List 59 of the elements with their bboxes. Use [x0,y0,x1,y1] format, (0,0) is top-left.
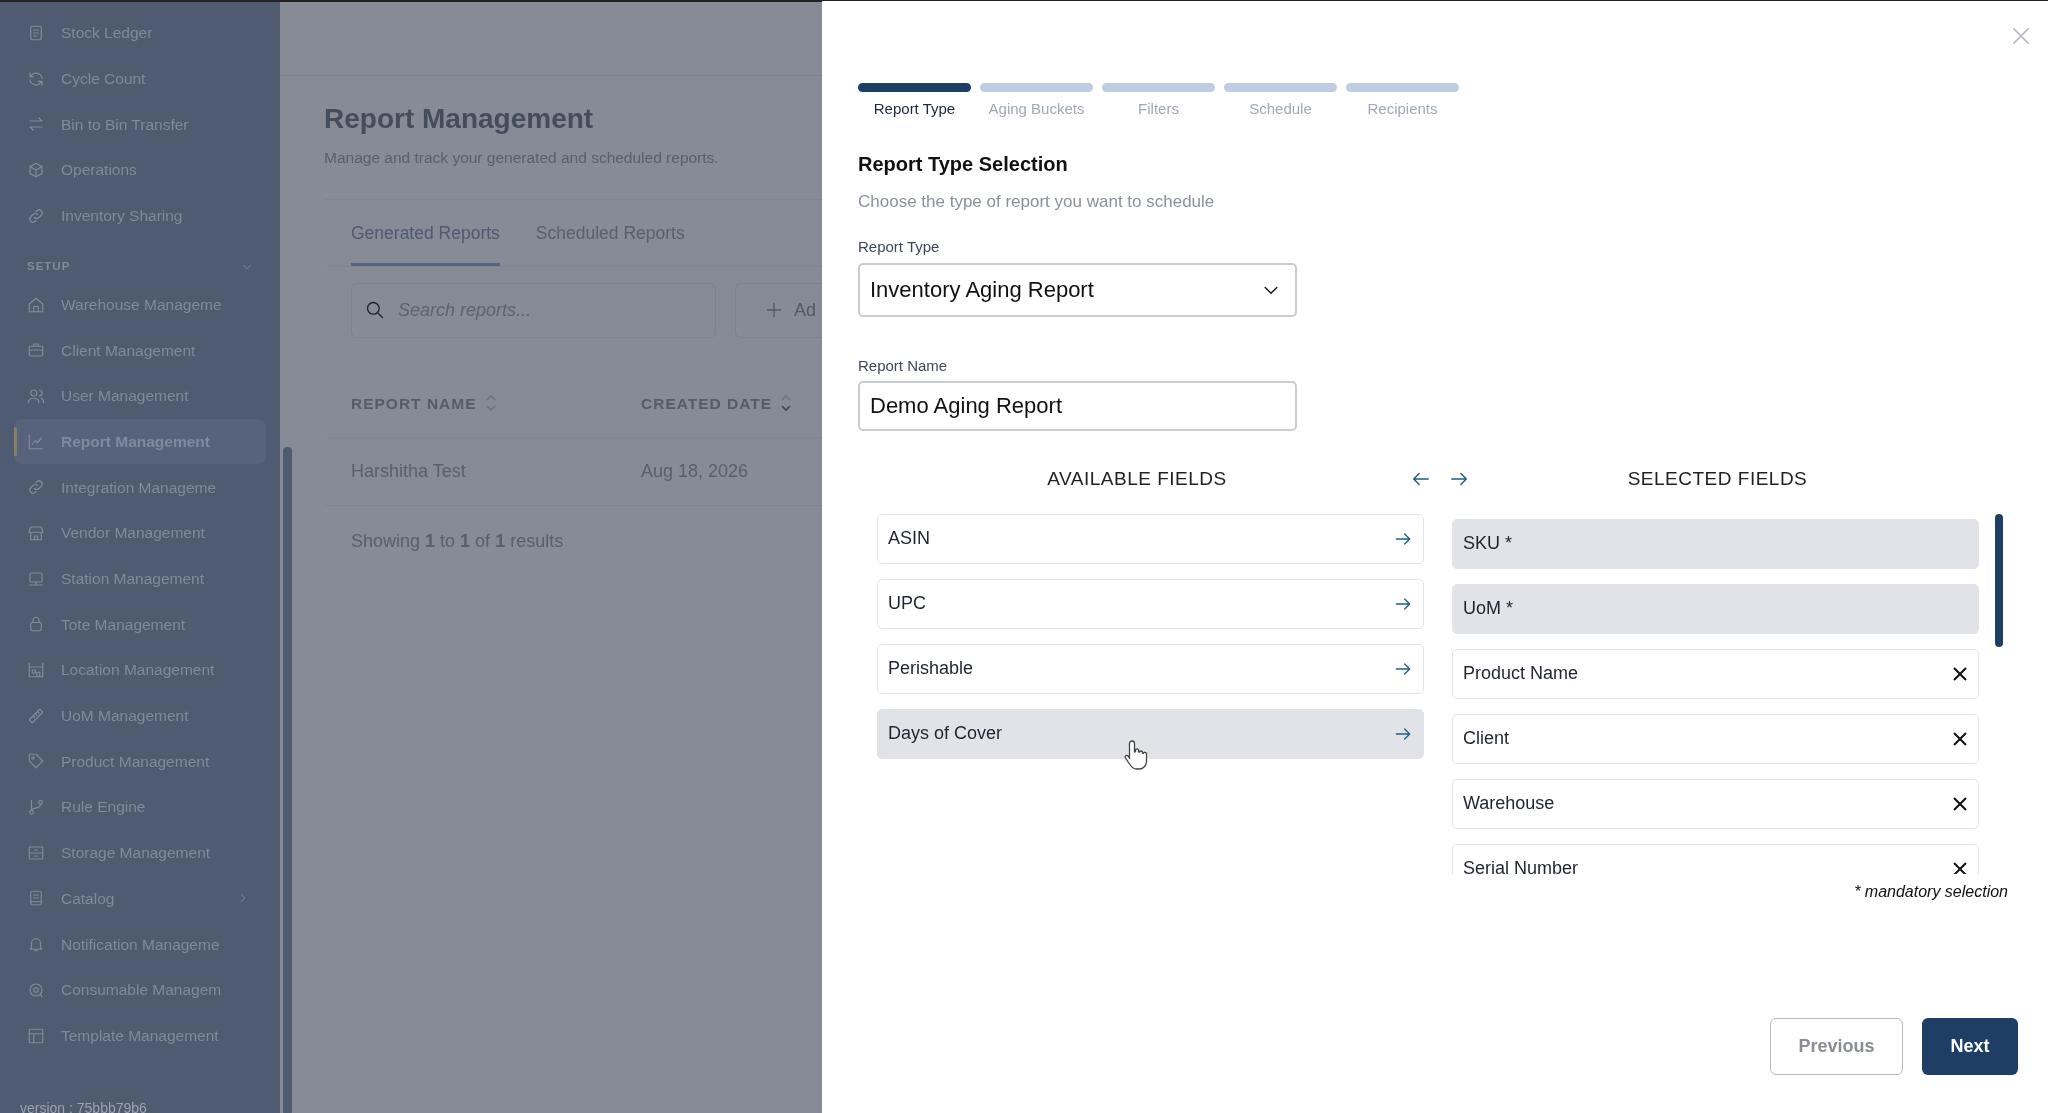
mandatory-note: * mandatory selection [1853,881,2009,902]
field-item[interactable]: SKU * [1452,518,1979,569]
branch-icon [27,798,45,817]
ruler-icon [27,706,45,725]
drawers-icon [27,843,45,862]
step-tab[interactable]: Aging Buckets [980,83,1093,121]
version-text: version : 75bbb79b6 [20,1099,147,1113]
field-item[interactable]: ASIN [877,513,1424,564]
bell-icon [27,935,45,954]
layout-icon [27,1026,45,1045]
next-button[interactable]: Next [1922,1018,2018,1075]
monitor-icon [27,569,45,588]
field-item[interactable]: Days of Cover [877,708,1424,759]
tab[interactable]: Generated Reports [351,200,500,266]
field-label: Report Name [858,355,949,376]
users-icon [27,386,45,405]
sort-icon[interactable] [780,393,793,414]
field-item[interactable]: UoM * [1452,583,1979,634]
field-item[interactable]: Client [1452,713,1979,764]
house-icon [27,295,45,314]
field-item[interactable]: UPC [877,578,1424,629]
list-heading: AVAILABLE FIELDS [1046,467,1228,491]
remove-icon[interactable] [1952,730,1968,747]
field-item[interactable]: Perishable [877,643,1424,694]
section-subtitle: Choose the type of report you want to schedule [858,190,1216,213]
field-item[interactable]: Product Name [1452,648,1979,699]
bag-icon [27,615,45,634]
remove-icon[interactable] [1952,665,1968,682]
step-tab[interactable]: Report Type [858,83,971,121]
store-icon [27,523,45,542]
cube-icon [27,160,45,179]
target-icon [27,980,45,999]
active-indicator [14,426,17,457]
field-item[interactable]: Serial Number [1452,843,1979,874]
briefcase-icon [27,341,45,360]
remove-icon[interactable] [1952,860,1968,874]
step-tab[interactable]: Schedule [1224,83,1337,121]
previous-button[interactable]: Previous [1770,1018,1903,1075]
remove-icon[interactable] [1952,795,1968,812]
link-icon [27,206,45,225]
field-label: Report Type [858,237,941,257]
report-name-field[interactable]: Demo Aging Report [858,381,1297,431]
step-tab[interactable]: Filters [1102,83,1215,121]
search-icon [365,299,385,320]
step-tab[interactable]: Recipients [1346,83,1459,121]
ledger-icon [27,23,45,42]
refresh-icon [27,69,45,88]
field-item[interactable]: Warehouse [1452,778,1979,829]
plus-icon [764,300,784,320]
page-title: Report Management [324,102,595,136]
link-icon [27,478,45,497]
book-icon [27,889,45,908]
line-chart-icon [27,432,45,451]
tag-icon [27,752,45,771]
section-title: Report Type Selection [858,151,1069,177]
building-icon [27,661,45,680]
hand-cursor-icon [1124,738,1150,771]
list-heading: SELECTED FIELDS [1626,467,1809,491]
report-type-dropdown[interactable]: Inventory Aging Report [858,262,1297,317]
